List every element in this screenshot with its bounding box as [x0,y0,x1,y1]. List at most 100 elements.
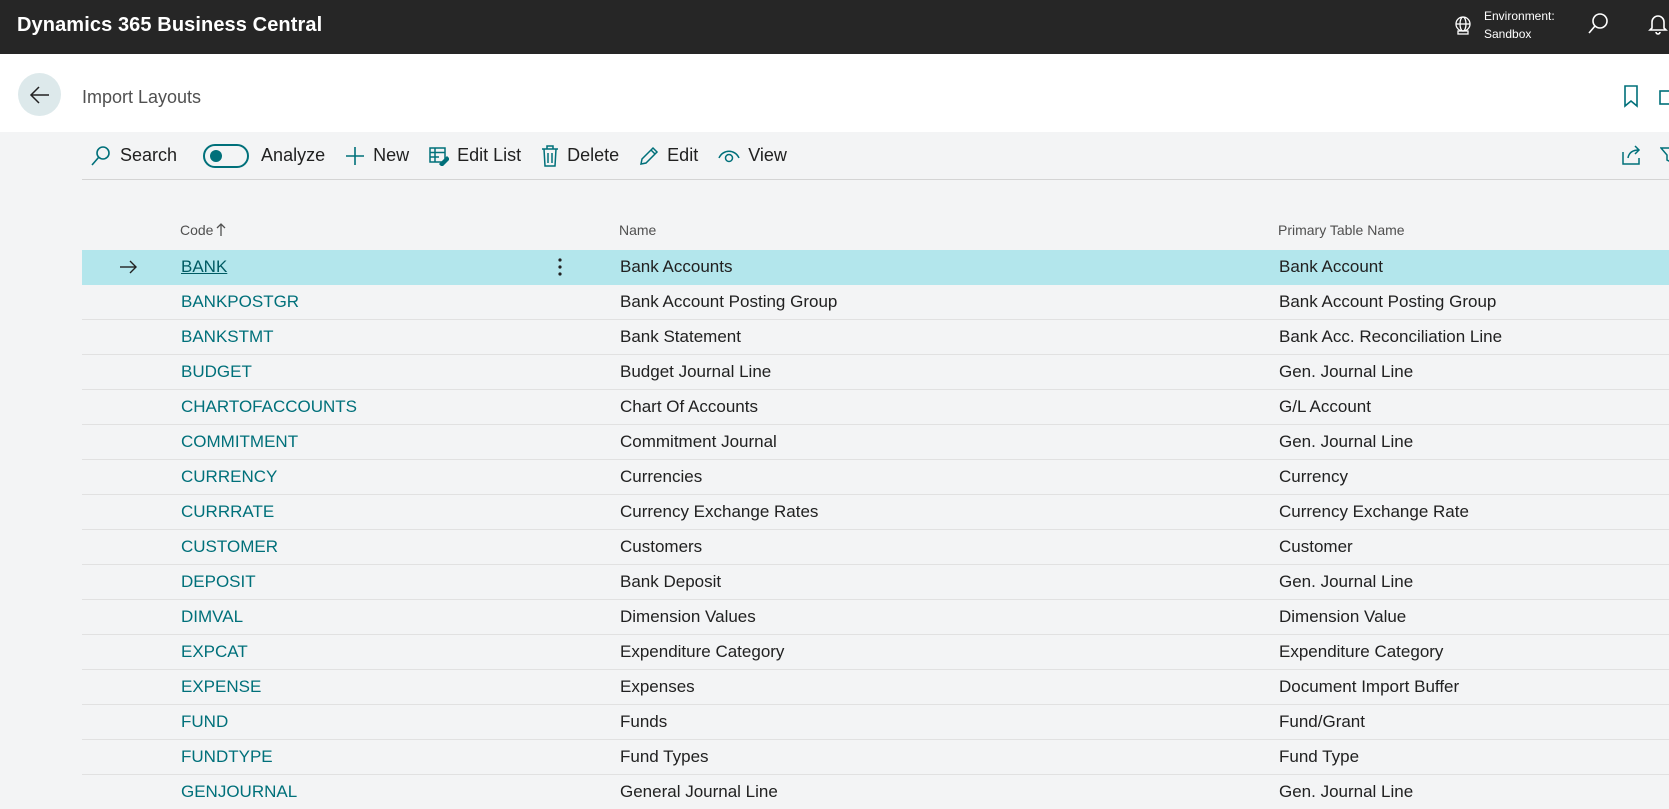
table-row[interactable]: FUND Funds Fund/Grant [82,705,1669,740]
new-button[interactable]: New [335,140,419,172]
cell-name: Expenses [620,677,695,696]
cell-name: Currencies [620,467,703,486]
column-header-code[interactable]: Code [180,222,226,238]
table-row[interactable]: BANK Bank Accounts Bank Account [82,250,1669,285]
cell-code[interactable]: EXPCAT [181,642,248,662]
cell-name: Commitment Journal [620,432,777,451]
analyze-label: Analyze [261,145,326,165]
eye-icon [718,150,740,162]
cell-code[interactable]: CURRRATE [181,502,274,522]
table-row[interactable]: CURRENCY Currencies Currency [82,460,1669,495]
cell-code[interactable]: COMMITMENT [181,432,298,452]
cell-name: Bank Statement [620,327,741,346]
analyze-toggle[interactable]: Analyze [187,140,335,172]
cell-primary-table-name: Gen. Journal Line [1279,572,1414,591]
pencil-icon [640,146,659,165]
cell-name: Bank Accounts [620,257,733,276]
view-button[interactable]: View [708,140,797,172]
table-row[interactable]: DEPOSIT Bank Deposit Gen. Journal Line [82,565,1669,600]
open-new-window-icon[interactable] [1658,87,1669,107]
bookmark-icon[interactable] [1621,84,1641,108]
app-title[interactable]: Dynamics 365 Business Central [17,14,322,37]
cell-code[interactable]: BANKPOSTGR [181,292,299,312]
share-icon[interactable] [1620,144,1642,166]
table-row[interactable]: EXPCAT Expenditure Category Expenditure Ca… [82,635,1669,670]
table-row[interactable]: DIMVAL Dimension Values Dimension Value [82,600,1669,635]
action-bar: Search Analyze New Edit List Delete Edit… [82,132,1669,180]
edit-button[interactable]: Edit [629,140,708,172]
cell-code[interactable]: FUND [181,712,228,732]
column-header-name[interactable]: Name [619,222,656,238]
cell-code[interactable]: BUDGET [181,362,252,382]
current-row-arrow-icon [120,260,137,274]
cell-code[interactable]: CHARTOFACCOUNTS [181,397,357,417]
cell-primary-table-name: Bank Account [1279,257,1383,276]
cell-primary-table-name: Gen. Journal Line [1279,782,1414,801]
new-label: New [373,145,410,165]
environment-value: Sandbox [1484,27,1532,41]
environment-indicator[interactable]: Environment: Sandbox [1452,7,1555,43]
environment-label: Environment: [1484,9,1555,23]
back-button[interactable] [18,73,61,116]
row-actions-menu-icon[interactable] [548,255,572,279]
delete-label: Delete [567,145,620,165]
cell-code[interactable]: CURRENCY [181,467,277,487]
table-header: Code Name Primary Table Name [82,212,1669,250]
filter-icon[interactable] [1660,146,1669,164]
delete-button[interactable]: Delete [531,140,629,172]
environment-text: Environment: Sandbox [1484,7,1555,43]
cell-name: Bank Account Posting Group [620,292,838,311]
search-icon[interactable] [1586,12,1610,36]
cell-primary-table-name: Document Import Buffer [1279,677,1460,696]
cell-name: Fund Types [620,747,709,766]
cell-primary-table-name: Currency [1279,467,1348,486]
cell-code[interactable]: FUNDTYPE [181,747,273,767]
cell-primary-table-name: Gen. Journal Line [1279,362,1414,381]
sort-ascending-icon [217,223,226,236]
column-header-primary-table-name[interactable]: Primary Table Name [1278,222,1405,238]
page-title: Import Layouts [82,87,202,107]
cell-name: Currency Exchange Rates [620,502,819,521]
top-bar: Dynamics 365 Business Central Environmen… [0,0,1669,54]
search-icon [91,145,110,166]
cell-name: General Journal Line [620,782,778,801]
cell-name: Dimension Values [620,607,756,626]
search-action-label: Search [120,145,178,165]
table-row[interactable]: CURRRATE Currency Exchange Rates Currency … [82,495,1669,530]
table-body: BANK Bank Accounts Bank Account BANKPOSTGR B… [82,250,1669,809]
cell-name: Expenditure Category [620,642,785,661]
table-row[interactable]: COMMITMENT Commitment Journal Gen. Journal… [82,425,1669,460]
import-layouts-table: Code Name Primary Table Name BANK Bank Ac… [82,212,1669,809]
cell-code[interactable]: DIMVAL [181,607,243,627]
edit-list-button[interactable]: Edit List [419,140,531,172]
edit-list-label: Edit List [457,145,522,165]
cell-primary-table-name: Expenditure Category [1279,642,1444,661]
search-action-button[interactable]: Search [82,140,187,172]
cell-primary-table-name: Bank Acc. Reconciliation Line [1279,327,1503,346]
table-row[interactable]: FUNDTYPE Fund Types Fund Type [82,740,1669,775]
table-row[interactable]: BUDGET Budget Journal Line Gen. Journal Li… [82,355,1669,390]
notification-bell-icon[interactable] [1646,12,1669,36]
analyze-switch[interactable] [203,143,250,168]
table-row[interactable]: CUSTOMER Customers Customer [82,530,1669,565]
table-row[interactable]: CHARTOFACCOUNTS Chart Of Accounts G/L Acco… [82,390,1669,425]
cell-code[interactable]: DEPOSIT [181,572,256,592]
cell-code[interactable]: EXPENSE [181,677,261,697]
table-row[interactable]: EXPENSE Expenses Document Import Buffer [82,670,1669,705]
edit-list-icon [429,146,450,166]
page-header: Import Layouts [0,54,1669,132]
cell-code[interactable]: GENJOURNAL [181,782,297,802]
cell-primary-table-name: Currency Exchange Rate [1279,502,1469,521]
table-row[interactable]: GENJOURNAL General Journal Line Gen. Journ… [82,775,1669,809]
cell-code[interactable]: BANK [181,257,227,277]
table-row[interactable]: BANKPOSTGR Bank Account Posting Group Bank… [82,285,1669,320]
cell-name: Chart Of Accounts [620,397,758,416]
cell-code[interactable]: CUSTOMER [181,537,278,557]
toggle-knob [210,149,223,162]
cell-name: Customers [620,537,703,556]
cell-name: Funds [620,712,668,731]
cell-primary-table-name: Bank Account Posting Group [1279,292,1497,311]
cell-primary-table-name: Fund Type [1279,747,1360,766]
cell-code[interactable]: BANKSTMT [181,327,274,347]
table-row[interactable]: BANKSTMT Bank Statement Bank Acc. Reconcil… [82,320,1669,355]
